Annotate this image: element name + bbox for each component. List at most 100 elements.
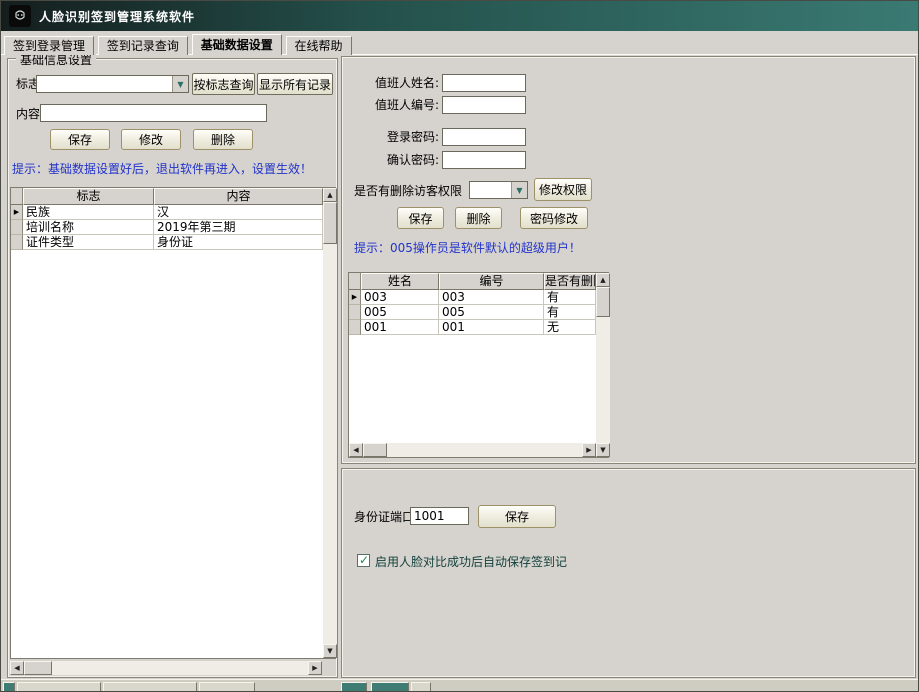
scroll-left-icon[interactable]: ◀: [10, 661, 24, 675]
titlebar[interactable]: 人脸识别签到管理系统软件: [1, 1, 918, 31]
id-port-panel: 身份证端口 保存 启用人脸对比成功后自动保存签到记: [341, 468, 916, 678]
scroll-down-icon[interactable]: ▼: [323, 644, 337, 658]
scrollbar-thumb[interactable]: [323, 202, 337, 244]
column-header-permission[interactable]: 是否有删除权: [544, 273, 596, 290]
scrollbar-track[interactable]: [323, 244, 337, 644]
tab-record-query[interactable]: 签到记录查询: [98, 36, 188, 55]
cell-id[interactable]: 005: [439, 305, 544, 320]
cell-name[interactable]: 005: [361, 305, 439, 320]
taskbar-start-icon[interactable]: [3, 682, 15, 692]
operator-delete-button[interactable]: 删除: [455, 207, 502, 229]
cell-permission[interactable]: 无: [544, 320, 596, 335]
show-all-records-button[interactable]: 显示所有记录: [257, 73, 333, 95]
cell-content[interactable]: 2019年第三期: [154, 220, 323, 235]
content-label: 内容: [16, 106, 40, 123]
taskbar-item[interactable]: [371, 682, 409, 692]
flag-combobox[interactable]: ▼: [36, 75, 189, 93]
duty-name-input[interactable]: [442, 74, 526, 92]
basic-info-group: 基础信息设置 标志 ▼ 按标志查询 显示所有记录 内容 保存 修改 删除 提示：…: [7, 58, 338, 678]
cell-permission[interactable]: 有: [544, 290, 596, 305]
column-header-id[interactable]: 编号: [439, 273, 544, 290]
table-empty-area: [11, 250, 323, 658]
taskbar-item[interactable]: [411, 682, 431, 692]
id-port-label: 身份证端口: [354, 509, 414, 526]
scrollbar-track[interactable]: [387, 443, 582, 457]
operators-table[interactable]: 姓名 编号 是否有删除权 ▶ 003 003 有 005 005 有: [348, 272, 609, 458]
column-header-content[interactable]: 内容: [154, 188, 323, 205]
delete-button[interactable]: 删除: [193, 129, 253, 150]
scroll-right-icon[interactable]: ▶: [308, 661, 322, 675]
duty-id-label: 值班人编号:: [342, 97, 439, 114]
scroll-left-icon[interactable]: ◀: [349, 443, 363, 457]
row-selector: [349, 305, 361, 320]
id-port-input[interactable]: [410, 507, 469, 525]
scroll-up-icon[interactable]: ▲: [596, 273, 610, 287]
row-selector: [11, 235, 23, 250]
port-save-button[interactable]: 保存: [478, 505, 556, 528]
table-empty-area: [349, 335, 596, 443]
taskbar-item[interactable]: [17, 682, 101, 692]
scrollbar-thumb[interactable]: [596, 287, 610, 317]
taskbar-item[interactable]: [199, 682, 255, 692]
scroll-up-icon[interactable]: ▲: [323, 188, 337, 202]
cell-name[interactable]: 001: [361, 320, 439, 335]
duty-id-input[interactable]: [442, 96, 526, 114]
table-row[interactable]: ▶ 003 003 有: [349, 290, 596, 305]
vertical-scrollbar[interactable]: ▲ ▼: [323, 188, 337, 658]
delete-permission-combobox[interactable]: ▼: [469, 181, 528, 199]
column-header-name[interactable]: 姓名: [361, 273, 439, 290]
modify-button[interactable]: 修改: [121, 129, 181, 150]
query-by-flag-button[interactable]: 按标志查询: [192, 73, 255, 95]
operator-save-button[interactable]: 保存: [397, 207, 444, 229]
left-hint-text: 提示：基础数据设置好后，退出软件再进入，设置生效！: [12, 160, 312, 177]
cell-content[interactable]: 汉: [154, 205, 323, 220]
chevron-down-icon[interactable]: ▼: [511, 182, 527, 198]
cell-name[interactable]: 003: [361, 290, 439, 305]
tab-bar: 签到登录管理 签到记录查询 基础数据设置 在线帮助: [1, 34, 918, 55]
save-button[interactable]: 保存: [50, 129, 110, 150]
cell-id[interactable]: 003: [439, 290, 544, 305]
cell-content[interactable]: 身份证: [154, 235, 323, 250]
table-row[interactable]: 005 005 有: [349, 305, 596, 320]
flag-content-table[interactable]: 标志 内容 ▶ 民族 汉 培训名称 2019年第三期 证件类型 身份证: [10, 187, 336, 659]
chevron-down-icon[interactable]: ▼: [172, 76, 188, 92]
content-input[interactable]: [40, 104, 267, 122]
cell-flag[interactable]: 民族: [23, 205, 154, 220]
scrollbar-track[interactable]: [596, 317, 610, 443]
scrollbar-thumb[interactable]: [363, 443, 387, 457]
operator-settings-panel: 值班人姓名: 值班人编号: 登录密码: 确认密码: 是否有删除访客权限 ▼ 修改…: [341, 56, 916, 464]
confirm-password-input[interactable]: [442, 151, 526, 169]
table-row[interactable]: 培训名称 2019年第三期: [11, 220, 323, 235]
taskbar-item[interactable]: [103, 682, 197, 692]
auto-save-checkbox[interactable]: [357, 554, 370, 567]
taskbar-item[interactable]: [341, 682, 367, 692]
scroll-right-icon[interactable]: ▶: [582, 443, 596, 457]
duty-name-label: 值班人姓名:: [342, 75, 439, 92]
table-row[interactable]: ▶ 民族 汉: [11, 205, 323, 220]
taskbar[interactable]: [1, 679, 918, 692]
modify-permission-button[interactable]: 修改权限: [534, 178, 592, 201]
tab-basic-data[interactable]: 基础数据设置: [192, 34, 282, 55]
scrollbar-track[interactable]: [52, 661, 308, 675]
horizontal-scrollbar[interactable]: ◀ ▶: [10, 661, 322, 675]
table-row[interactable]: 证件类型 身份证: [11, 235, 323, 250]
vertical-scrollbar[interactable]: ▲ ▼: [596, 273, 610, 457]
scroll-down-icon[interactable]: ▼: [596, 443, 610, 457]
tab-online-help[interactable]: 在线帮助: [286, 36, 352, 55]
scrollbar-thumb[interactable]: [24, 661, 52, 675]
column-header-flag[interactable]: 标志: [23, 188, 154, 205]
auto-save-checkbox-label[interactable]: 启用人脸对比成功后自动保存签到记: [375, 553, 567, 570]
change-password-button[interactable]: 密码修改: [520, 207, 588, 229]
cell-flag[interactable]: 培训名称: [23, 220, 154, 235]
horizontal-scrollbar[interactable]: ◀ ▶: [349, 443, 596, 457]
cell-flag[interactable]: 证件类型: [23, 235, 154, 250]
tab-signin-login[interactable]: 签到登录管理: [4, 36, 94, 55]
row-selector: [349, 320, 361, 335]
window-title: 人脸识别签到管理系统软件: [39, 8, 195, 25]
table-row[interactable]: 001 001 无: [349, 320, 596, 335]
cell-id[interactable]: 001: [439, 320, 544, 335]
cell-permission[interactable]: 有: [544, 305, 596, 320]
app-window: 人脸识别签到管理系统软件 签到登录管理 签到记录查询 基础数据设置 在线帮助 基…: [0, 0, 919, 692]
login-password-label: 登录密码:: [342, 129, 439, 146]
login-password-input[interactable]: [442, 128, 526, 146]
